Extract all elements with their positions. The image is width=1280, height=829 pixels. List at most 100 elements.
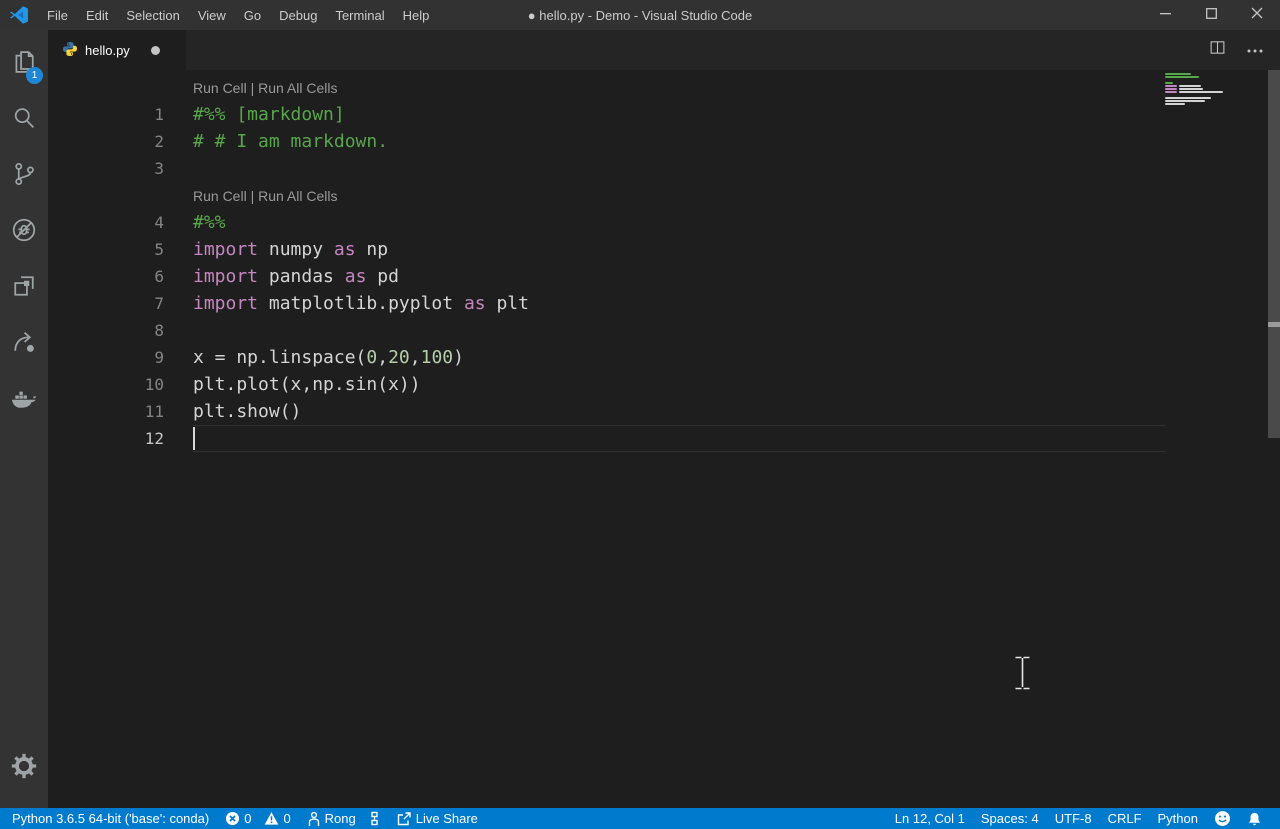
tab-dirty-indicator[interactable]: [151, 46, 160, 55]
activity-search[interactable]: [0, 92, 48, 148]
status-live-share-user[interactable]: Rong: [299, 808, 388, 829]
menu-selection[interactable]: Selection: [117, 0, 188, 30]
maximize-button[interactable]: [1188, 0, 1234, 30]
share-icon: [396, 811, 412, 827]
status-label: Python: [1158, 811, 1198, 826]
minimap[interactable]: [1165, 73, 1266, 106]
code-line-4[interactable]: 4#%%: [48, 209, 1280, 236]
line-number: 8: [48, 321, 164, 340]
activity-explorer[interactable]: 1: [0, 36, 48, 92]
status-feedback[interactable]: [1206, 808, 1239, 829]
code-line-1[interactable]: 1#%% [markdown]: [48, 101, 1280, 128]
menu-view[interactable]: View: [189, 0, 235, 30]
warning-icon: [264, 811, 279, 826]
line-number: 2: [48, 132, 164, 151]
split-editor-button[interactable]: [1209, 39, 1226, 61]
status-bar: Python 3.6.5 64-bit ('base': conda)00Ron…: [0, 808, 1280, 829]
code-line-10[interactable]: 10plt.plot(x,np.sin(x)): [48, 371, 1280, 398]
line-number: 11: [48, 402, 164, 421]
close-icon: [1251, 6, 1263, 24]
maximize-icon: [1206, 6, 1217, 24]
code-editor[interactable]: Run Cell | Run All Cells1#%% [markdown]2…: [48, 70, 1280, 808]
status-notifications[interactable]: [1239, 808, 1270, 829]
session-icon: [369, 811, 380, 826]
codelens-run-cell[interactable]: Run Cell | Run All Cells: [48, 182, 1280, 209]
code-line-7[interactable]: 7import matplotlib.pyplot as plt: [48, 290, 1280, 317]
debug-icon: [10, 216, 38, 249]
activity-source-control[interactable]: [0, 148, 48, 204]
code-text: # # I am markdown.: [193, 131, 388, 152]
code-line-2[interactable]: 2 # # I am markdown.: [48, 128, 1280, 155]
codelens-run-cell[interactable]: Run Cell | Run All Cells: [48, 74, 1280, 101]
tab-label: hello.py: [85, 43, 130, 58]
line-number: 6: [48, 267, 164, 286]
code-text: #%%: [193, 212, 226, 233]
code-line-3[interactable]: 3: [48, 155, 1280, 182]
overview-ruler-cursor-marker: [1268, 322, 1280, 327]
status-cursor-position[interactable]: Ln 12, Col 1: [887, 808, 973, 829]
code-line-6[interactable]: 6 import pandas as pd: [48, 263, 1280, 290]
status-eol[interactable]: CRLF: [1100, 808, 1150, 829]
menu-terminal[interactable]: Terminal: [326, 0, 393, 30]
vertical-scrollbar[interactable]: [1268, 70, 1280, 438]
activity-live-share[interactable]: [0, 316, 48, 372]
gear-icon: [10, 752, 38, 785]
docker-icon: [9, 384, 39, 417]
code-text: import pandas as pd: [193, 266, 399, 287]
status-python-interpreter[interactable]: Python 3.6.5 64-bit ('base': conda): [4, 808, 217, 829]
minimize-button[interactable]: [1142, 0, 1188, 30]
line-number: 5: [48, 240, 164, 259]
menu-help[interactable]: Help: [394, 0, 439, 30]
code-line-11[interactable]: 11 plt.show(): [48, 398, 1280, 425]
status-encoding[interactable]: UTF-8: [1047, 808, 1100, 829]
activity-docker[interactable]: [0, 372, 48, 428]
window-title: ● hello.py - Demo - Visual Studio Code: [528, 0, 752, 30]
activity-extensions[interactable]: [0, 260, 48, 316]
person-icon: [307, 811, 321, 827]
minimize-icon: [1160, 6, 1171, 24]
status-label: CRLF: [1108, 811, 1142, 826]
code-line-9[interactable]: 9 x = np.linspace(0,20,100): [48, 344, 1280, 371]
window-controls: [1142, 0, 1280, 30]
menu-file[interactable]: File: [38, 0, 77, 30]
text-cursor: [193, 427, 195, 450]
bell-icon: [1247, 811, 1262, 827]
status-indentation[interactable]: Spaces: 4: [973, 808, 1047, 829]
extensions-icon: [10, 272, 38, 305]
code-text: x = np.linspace(0,20,100): [193, 347, 464, 368]
activity-settings[interactable]: [0, 740, 48, 796]
menu-edit[interactable]: Edit: [77, 0, 117, 30]
status-label: Python 3.6.5 64-bit ('base': conda): [12, 811, 209, 826]
line-number: 9: [48, 348, 164, 367]
more-actions-button[interactable]: [1246, 41, 1264, 59]
status-label: 0: [244, 811, 251, 826]
status-language-mode[interactable]: Python: [1150, 808, 1206, 829]
tab-hello-py[interactable]: hello.py: [48, 30, 186, 70]
line-number: 7: [48, 294, 164, 313]
source-control-icon: [10, 160, 38, 193]
status-label: 0: [283, 811, 290, 826]
code-line-5[interactable]: 5import numpy as np: [48, 236, 1280, 263]
title-bar: FileEditSelectionViewGoDebugTerminalHelp…: [0, 0, 1280, 30]
status-label: Spaces: 4: [981, 811, 1039, 826]
activity-bar: 1: [0, 30, 48, 808]
menu-debug[interactable]: Debug: [270, 0, 326, 30]
code-line-8[interactable]: 8: [48, 317, 1280, 344]
menu-bar: FileEditSelectionViewGoDebugTerminalHelp: [38, 0, 438, 30]
vscode-logo-icon: [8, 4, 30, 26]
editor-group: hello.py Run Cell | Run All Cells1#%% [m…: [48, 30, 1280, 808]
code-lines: Run Cell | Run All Cells1#%% [markdown]2…: [48, 70, 1280, 452]
line-number: 12: [48, 429, 164, 448]
status-label: UTF-8: [1055, 811, 1092, 826]
close-button[interactable]: [1234, 0, 1280, 30]
editor-actions: [1209, 30, 1280, 70]
code-text: plt.show(): [193, 401, 301, 422]
smiley-icon: [1214, 810, 1231, 827]
more-actions-icon: [1246, 41, 1264, 58]
menu-go[interactable]: Go: [235, 0, 270, 30]
split-editor-icon: [1209, 43, 1226, 60]
status-problems[interactable]: 00: [217, 808, 298, 829]
status-live-share[interactable]: Live Share: [388, 808, 486, 829]
activity-debug[interactable]: [0, 204, 48, 260]
code-line-12[interactable]: 12: [48, 425, 1280, 452]
